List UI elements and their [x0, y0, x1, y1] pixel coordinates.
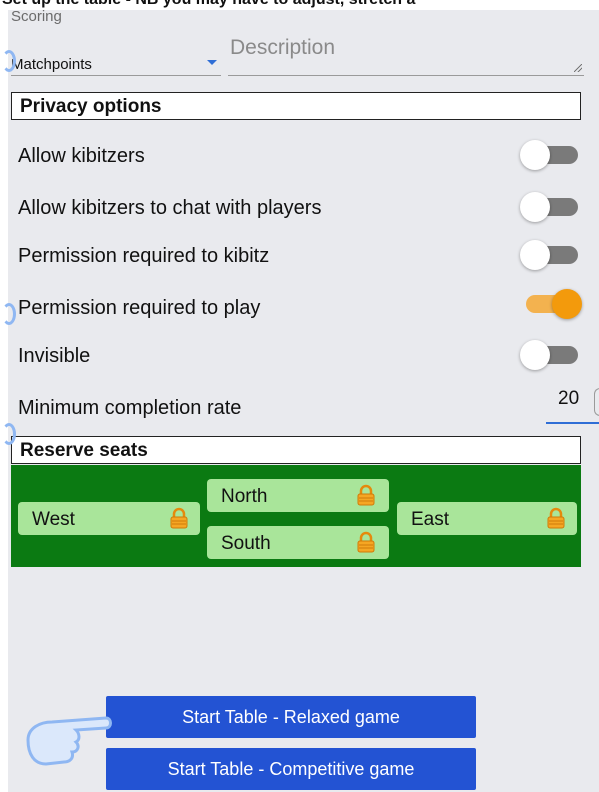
- min-completion-input[interactable]: 20: [546, 376, 599, 424]
- seat-south[interactable]: South: [207, 526, 389, 559]
- toggle-knob: [520, 140, 550, 170]
- pointing-hand-icon: [26, 716, 112, 766]
- description-field[interactable]: Description: [228, 32, 584, 76]
- scoring-select[interactable]: Matchpoints: [11, 48, 221, 76]
- reserve-seats-heading: Reserve seats: [11, 436, 581, 464]
- toggle-permission-kibitz[interactable]: [520, 240, 582, 270]
- option-label-invisible: Invisible: [18, 345, 91, 367]
- option-label-permission-play: Permission required to play: [18, 297, 261, 319]
- toggle-allow-kibitzers-chat[interactable]: [520, 192, 582, 222]
- seat-north[interactable]: North: [207, 479, 389, 512]
- instruction-text: Set up the table - NB you may have to ad…: [2, 0, 415, 9]
- caret-down-icon: [207, 60, 217, 65]
- seat-east-label: East: [411, 509, 450, 530]
- cursor-marker-icon: [2, 303, 16, 325]
- resize-handle-icon: [574, 64, 582, 72]
- privacy-options-heading: Privacy options: [11, 92, 581, 120]
- lock-icon[interactable]: [355, 484, 377, 506]
- lock-icon[interactable]: [355, 531, 377, 553]
- toggle-knob: [520, 340, 550, 370]
- toggle-permission-play[interactable]: [520, 289, 582, 319]
- option-label-allow-kibitzers: Allow kibitzers: [18, 145, 145, 167]
- reserve-seats-area: West North South East: [11, 465, 581, 567]
- seat-east[interactable]: East: [397, 502, 577, 535]
- cursor-marker-icon: [2, 50, 16, 72]
- scoring-label: Scoring: [11, 8, 62, 25]
- stepper-edge: [594, 388, 599, 416]
- min-completion-label: Minimum completion rate: [18, 397, 242, 419]
- toggle-invisible[interactable]: [520, 340, 582, 370]
- seat-west-label: West: [32, 509, 75, 530]
- toggle-allow-kibitzers[interactable]: [520, 140, 582, 170]
- instruction-header: Set up the table - NB you may have to ad…: [0, 0, 599, 10]
- option-label-permission-kibitz: Permission required to kibitz: [18, 245, 270, 267]
- toggle-knob: [520, 240, 550, 270]
- start-relaxed-button[interactable]: Start Table - Relaxed game: [106, 696, 476, 738]
- scoring-value: Matchpoints: [11, 56, 92, 73]
- toggle-knob: [520, 192, 550, 222]
- lock-icon[interactable]: [545, 507, 567, 529]
- seat-south-label: South: [221, 533, 271, 554]
- cursor-marker-icon: [2, 423, 16, 445]
- toggle-knob: [552, 289, 582, 319]
- option-label-allow-kibitzers-chat: Allow kibitzers to chat with players: [18, 197, 322, 219]
- description-placeholder: Description: [230, 36, 336, 59]
- start-competitive-button[interactable]: Start Table - Competitive game: [106, 748, 476, 790]
- min-completion-value: 20: [558, 388, 580, 409]
- seat-north-label: North: [221, 486, 268, 507]
- lock-icon[interactable]: [168, 507, 190, 529]
- seat-west[interactable]: West: [18, 502, 200, 535]
